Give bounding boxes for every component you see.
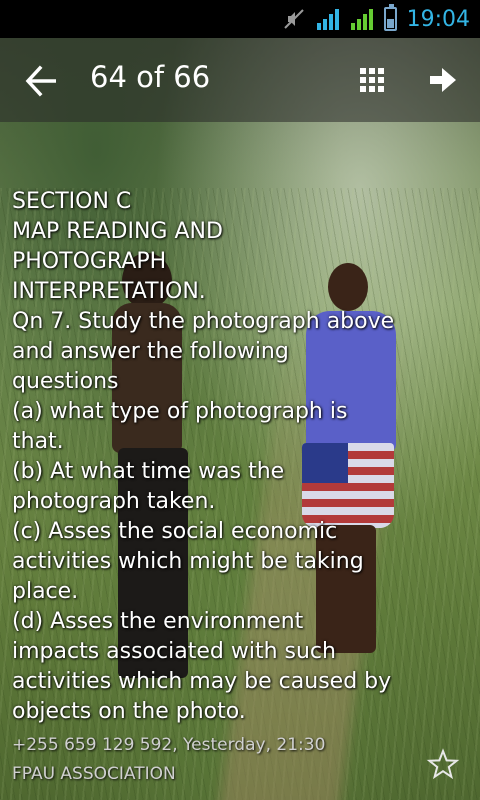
message-text: SECTION C MAP READING AND PHOTOGRAPH INTERP…	[12, 187, 412, 727]
cell-signal-icon	[350, 9, 373, 30]
message-line: activities which might be taking	[12, 549, 364, 574]
message-line: and answer the following	[12, 339, 289, 364]
message-counter: 64 of 66	[90, 60, 211, 94]
message-line: INTERPRETATION.	[12, 279, 206, 304]
message-line: questions	[12, 369, 119, 394]
message-line: (c) Asses the social economic	[12, 519, 338, 544]
message-line: SECTION C	[12, 189, 132, 214]
arrow-left-icon[interactable]	[22, 64, 62, 98]
message-line: (a) what type of photograph is	[12, 399, 348, 424]
message-line: impacts associated with such	[12, 639, 336, 664]
grid-icon[interactable]	[358, 66, 386, 94]
message-line: objects on the photo.	[12, 699, 246, 724]
message-line: PHOTOGRAPH	[12, 249, 167, 274]
mute-icon	[283, 9, 304, 29]
message-line: place.	[12, 579, 79, 604]
sender-name: FPAU ASSOCIATION	[12, 764, 176, 784]
action-bar: 64 of 66	[0, 38, 480, 122]
message-line: Qn 7. Study the photograph above	[12, 309, 395, 334]
message-meta: +255 659 129 592, Yesterday, 21:30	[12, 735, 326, 755]
message-line: photograph taken.	[12, 489, 216, 514]
battery-icon	[383, 4, 397, 31]
message-line: that.	[12, 429, 64, 454]
wifi-signal-icon	[316, 9, 339, 30]
status-bar: 19:04	[0, 0, 480, 38]
message-line: (d) Asses the environment	[12, 609, 304, 634]
star-outline-icon[interactable]	[426, 748, 460, 782]
message-line: (b) At what time was the	[12, 459, 285, 484]
message-line: MAP READING AND	[12, 219, 223, 244]
arrow-right-icon[interactable]	[428, 66, 458, 94]
screen: 19:04 64 of 66 SECTION C MAP READING AND P…	[0, 0, 480, 800]
message-line: activities which may be caused by	[12, 669, 392, 694]
clock: 19:04	[406, 6, 470, 32]
